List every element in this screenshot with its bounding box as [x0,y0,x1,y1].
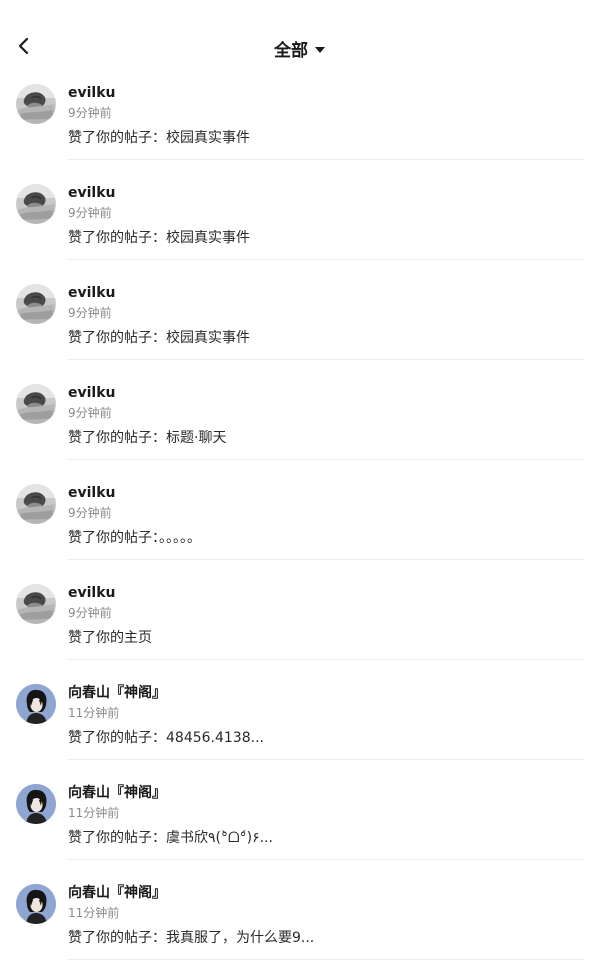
avatar[interactable] [16,84,56,124]
divider [68,759,584,760]
user-name[interactable]: evilku [68,184,116,202]
user-name[interactable]: 向春山『神阁』 [68,884,166,902]
notification-item[interactable]: evilku 9分钟前 赞了你的帖子：标题·聊天 [0,376,600,476]
timestamp: 9分钟前 [68,406,112,420]
timestamp: 9分钟前 [68,606,112,620]
user-name[interactable]: evilku [68,584,116,602]
avatar[interactable] [16,284,56,324]
timestamp: 11分钟前 [68,906,120,920]
avatar[interactable] [16,784,56,824]
avatar[interactable] [16,484,56,524]
notification-message: 赞了你的帖子：。。。。。 [68,530,201,546]
notification-list: evilku 9分钟前 赞了你的帖子：校园真实事件 evilku 9分钟前 赞了… [0,76,600,976]
divider [68,259,584,260]
notification-message: 赞了你的帖子：校园真实事件 [68,230,250,246]
notification-message: 赞了你的帖子：校园真实事件 [68,130,250,146]
top-bar: 全部 [0,0,600,84]
timestamp: 9分钟前 [68,106,112,120]
notification-message: 赞了你的主页 [68,630,152,646]
notification-message: 赞了你的帖子：我真服了，为什么要9... [68,930,315,946]
timestamp: 9分钟前 [68,506,112,520]
user-name[interactable]: evilku [68,484,116,502]
divider [68,559,584,560]
timestamp: 11分钟前 [68,706,120,720]
notification-item[interactable]: evilku 9分钟前 赞了你的帖子：。。。。。 [0,476,600,576]
filter-dropdown[interactable]: 全部 [274,36,326,61]
filter-area: 全部 [0,34,600,62]
notification-item[interactable]: evilku 9分钟前 赞了你的主页 [0,576,600,676]
avatar[interactable] [16,384,56,424]
avatar[interactable] [16,184,56,224]
avatar[interactable] [16,884,56,924]
avatar[interactable] [16,684,56,724]
divider [68,359,584,360]
notification-item[interactable]: 向春山『神阁』 11分钟前 赞了你的帖子：我真服了，为什么要9... [0,876,600,976]
user-name[interactable]: evilku [68,384,116,402]
caret-down-icon [314,39,326,58]
notification-item[interactable]: 向春山『神阁』 11分钟前 赞了你的帖子：虞书欣٩(°̀ᗝ°́)۶... [0,776,600,876]
divider [68,459,584,460]
notification-message: 赞了你的帖子：校园真实事件 [68,330,250,346]
notification-message: 赞了你的帖子：虞书欣٩(°̀ᗝ°́)۶... [68,830,273,846]
user-name[interactable]: evilku [68,284,116,302]
notification-message: 赞了你的帖子：48456.4138... [68,730,264,746]
notification-item[interactable]: evilku 9分钟前 赞了你的帖子：校园真实事件 [0,176,600,276]
timestamp: 11分钟前 [68,806,120,820]
filter-label: 全部 [274,40,308,61]
timestamp: 9分钟前 [68,206,112,220]
divider [68,159,584,160]
notification-item[interactable]: 向春山『神阁』 11分钟前 赞了你的帖子：48456.4138... [0,676,600,776]
user-name[interactable]: 向春山『神阁』 [68,784,166,802]
timestamp: 9分钟前 [68,306,112,320]
user-name[interactable]: 向春山『神阁』 [68,684,166,702]
notification-item[interactable]: evilku 9分钟前 赞了你的帖子：校园真实事件 [0,76,600,176]
avatar[interactable] [16,584,56,624]
divider [68,859,584,860]
divider [68,659,584,660]
user-name[interactable]: evilku [68,84,116,102]
notification-message: 赞了你的帖子：标题·聊天 [68,430,227,446]
notification-item[interactable]: evilku 9分钟前 赞了你的帖子：校园真实事件 [0,276,600,376]
